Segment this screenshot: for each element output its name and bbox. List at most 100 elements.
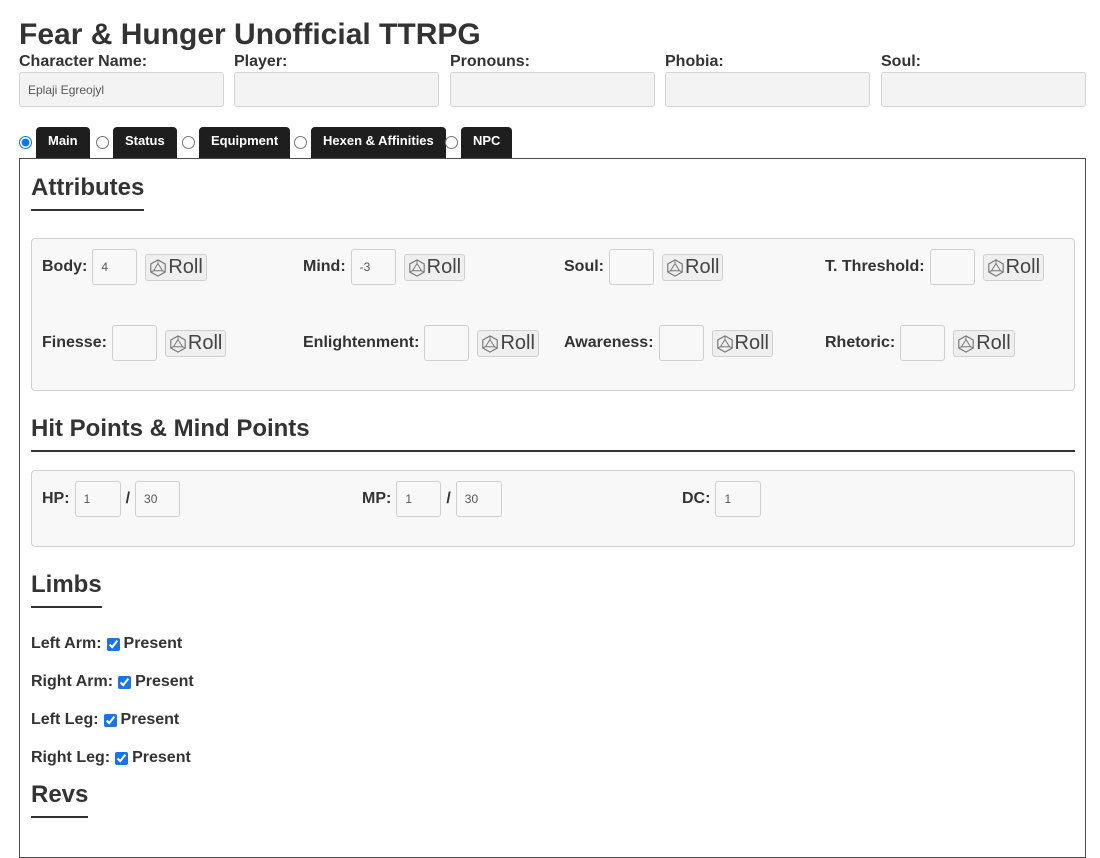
page-title: Fear & Hunger Unofficial TTRPG	[19, 18, 481, 51]
attr-soul-label: Soul:	[564, 258, 604, 275]
roll-label: Roll	[500, 332, 535, 354]
mp-max-input[interactable]	[455, 481, 502, 517]
attr-soul-input[interactable]	[609, 249, 654, 285]
mp-current-input[interactable]	[396, 481, 442, 517]
soul-input[interactable]	[881, 72, 1086, 107]
attr-finesse-input[interactable]	[111, 325, 157, 361]
limb-right-arm-present-label: Present	[135, 673, 194, 690]
attributes-box: Body: Roll Mind: Roll Soul: Roll T. Thre…	[31, 238, 1075, 391]
limb-left-arm-checkbox[interactable]	[106, 637, 120, 651]
limb-left-arm-present-label: Present	[123, 635, 183, 652]
d20-die-icon	[482, 334, 499, 353]
character-name-label: Character Name:	[19, 53, 148, 70]
attr-body: Body: Roll	[42, 249, 207, 285]
roll-label: Roll	[976, 332, 1011, 354]
character-name-field: Character Name:	[19, 53, 224, 107]
tab-main-label[interactable]: Main	[36, 127, 90, 158]
pronouns-input[interactable]	[450, 72, 655, 107]
d20-die-icon	[958, 334, 975, 353]
attr-t-threshold-input[interactable]	[929, 249, 975, 285]
limb-left-leg-label: Left Leg:	[31, 711, 99, 728]
d20-die-icon	[667, 258, 683, 277]
attr-rhetoric-label: Rhetoric:	[825, 334, 896, 351]
attr-enlightenment: Enlightenment: Roll	[303, 325, 539, 361]
attr-t-threshold-label: T. Threshold:	[825, 258, 925, 275]
player-field: Player:	[234, 53, 439, 107]
d20-die-icon	[150, 258, 167, 277]
limb-right-leg-label: Right Leg:	[31, 749, 111, 766]
soul-field: Soul:	[881, 53, 1086, 107]
attr-enlightenment-roll-button[interactable]: Roll	[477, 330, 539, 357]
attr-finesse-roll-button[interactable]: Roll	[164, 330, 227, 357]
limb-left-leg-checkbox[interactable]	[103, 713, 117, 727]
attr-finesse: Finesse: Roll	[42, 325, 227, 361]
limb-left-leg-present-label: Present	[120, 711, 180, 728]
points-title: Hit Points & Mind Points	[31, 415, 1075, 452]
tab-npc-radio[interactable]	[445, 136, 458, 149]
revs-title: Revs	[31, 781, 89, 818]
attributes-title: Attributes	[31, 174, 145, 211]
attr-rhetoric-input[interactable]	[900, 325, 946, 361]
tab-equipment-radio[interactable]	[182, 136, 195, 149]
dc-row: DC:	[682, 481, 762, 517]
attr-mind: Mind: Roll	[303, 249, 466, 285]
hp-separator: /	[125, 490, 131, 507]
tab-npc-label[interactable]: NPC	[461, 127, 513, 158]
hp-current-input[interactable]	[74, 481, 121, 517]
attr-t-threshold-roll-button[interactable]: Roll	[982, 254, 1045, 281]
dc-label: DC:	[682, 490, 711, 507]
attr-enlightenment-input[interactable]	[424, 325, 470, 361]
attr-mind-input[interactable]	[350, 249, 396, 285]
d20-die-icon	[716, 334, 733, 353]
attr-awareness-input[interactable]	[658, 325, 704, 361]
mp-separator: /	[446, 490, 451, 507]
hp-max-input[interactable]	[135, 481, 181, 517]
tab-status-label[interactable]: Status	[113, 127, 177, 158]
attr-finesse-label: Finesse:	[42, 334, 107, 351]
attr-soul-roll-button[interactable]: Roll	[662, 254, 724, 281]
tab-main-radio[interactable]	[19, 136, 32, 149]
limb-right-leg-checkbox[interactable]	[115, 751, 129, 765]
attr-rhetoric-roll-button[interactable]: Roll	[953, 330, 1015, 357]
limb-right-arm-label: Right Arm:	[31, 673, 114, 690]
character-name-input[interactable]	[19, 72, 224, 107]
tab-status-radio[interactable]	[96, 136, 109, 149]
limb-right-arm-checkbox[interactable]	[118, 675, 132, 689]
tab-hexen-affinities-radio[interactable]	[294, 136, 307, 149]
attr-body-input[interactable]	[92, 249, 138, 285]
attr-rhetoric: Rhetoric: Roll	[825, 325, 1015, 361]
limb-right-arm: Right Arm: Present	[31, 672, 194, 692]
soul-label: Soul:	[881, 53, 921, 70]
roll-label: Roll	[168, 256, 203, 278]
attr-enlightenment-label: Enlightenment:	[303, 334, 420, 351]
attr-mind-roll-button[interactable]: Roll	[403, 254, 466, 281]
attr-awareness-label: Awareness:	[564, 334, 654, 351]
phobia-input[interactable]	[665, 72, 870, 107]
attr-body-roll-button[interactable]: Roll	[145, 254, 207, 281]
d20-die-icon	[987, 258, 1004, 277]
limb-left-leg: Left Leg: Present	[31, 710, 179, 730]
pronouns-label: Pronouns:	[450, 53, 530, 70]
attr-body-label: Body:	[42, 258, 88, 275]
roll-label: Roll	[426, 256, 462, 278]
hp-label: HP:	[42, 490, 70, 507]
points-box: HP: / MP: / DC:	[31, 470, 1075, 547]
attr-t-threshold: T. Threshold: Roll	[825, 249, 1045, 285]
main-panel: Attributes Body: Roll Mind: Roll Soul: R…	[19, 158, 1086, 858]
tab-hexen-affinities-label[interactable]: Hexen & Affinities	[311, 127, 446, 158]
attr-awareness-roll-button[interactable]: Roll	[711, 330, 773, 357]
roll-label: Roll	[1005, 256, 1041, 278]
limb-right-leg: Right Leg: Present	[31, 748, 191, 768]
attr-awareness: Awareness: Roll	[564, 325, 773, 361]
limb-right-leg-present-label: Present	[132, 749, 191, 766]
limb-left-arm-label: Left Arm:	[31, 635, 102, 652]
phobia-label: Phobia:	[665, 53, 724, 70]
roll-label: Roll	[685, 256, 720, 278]
attr-soul: Soul: Roll	[564, 249, 724, 285]
roll-label: Roll	[187, 332, 223, 354]
player-input[interactable]	[234, 72, 439, 107]
d20-die-icon	[170, 334, 186, 353]
roll-label: Roll	[734, 332, 769, 354]
tab-equipment-label[interactable]: Equipment	[199, 127, 291, 158]
dc-input[interactable]	[715, 481, 762, 517]
